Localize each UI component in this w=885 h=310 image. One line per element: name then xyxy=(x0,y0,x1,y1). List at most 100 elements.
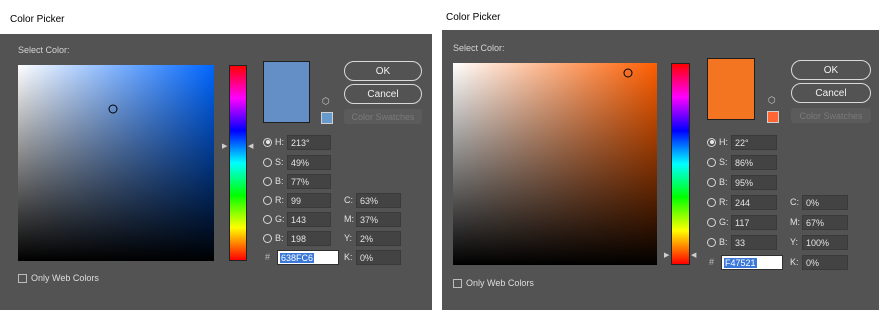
brightness-radio[interactable] xyxy=(263,176,272,186)
brightness-input[interactable]: 77% xyxy=(287,173,331,189)
red-input[interactable]: 99 xyxy=(287,192,331,208)
color-field-cursor[interactable] xyxy=(623,68,633,78)
black-row: K: 0% xyxy=(790,254,848,270)
red-radio[interactable] xyxy=(707,197,716,207)
black-label: K: xyxy=(344,252,353,262)
websafe-cube-icon[interactable]: ⬡ xyxy=(768,97,776,106)
hue-radio[interactable] xyxy=(707,137,716,147)
red-radio[interactable] xyxy=(263,195,272,205)
yellow-label: Y: xyxy=(344,233,353,243)
cyan-input[interactable]: 0% xyxy=(802,194,848,210)
new-color-swatch xyxy=(708,59,754,89)
hue-slider-right-arrow[interactable]: ◀ xyxy=(248,143,253,150)
color-picker-dialog: Select Color: ▶ ◀ ⬡ OK Cancel Color Swat… xyxy=(0,34,432,310)
color-swatches-button: Color Swatches xyxy=(791,108,871,123)
current-color-swatch[interactable] xyxy=(708,89,754,119)
green-input[interactable]: 143 xyxy=(287,211,331,227)
cyan-label: C: xyxy=(344,195,353,205)
hue-slider-right-arrow[interactable]: ◀ xyxy=(691,252,696,259)
saturation-label: S: xyxy=(719,157,728,167)
hue-input[interactable]: 22° xyxy=(731,134,777,150)
yellow-row: Y: 100% xyxy=(790,234,848,250)
cyan-row: C: 0% xyxy=(790,194,848,210)
green-label: G: xyxy=(275,214,285,224)
new-color-swatch xyxy=(264,62,309,92)
hue-slider[interactable] xyxy=(229,65,247,261)
brightness-row: B: 95% xyxy=(707,174,777,190)
websafe-color-swatch[interactable] xyxy=(767,111,779,123)
ok-button[interactable]: OK xyxy=(344,61,422,81)
black-row: K: 0% xyxy=(344,249,401,265)
select-color-label: Select Color: xyxy=(18,45,70,55)
saturation-radio[interactable] xyxy=(707,157,716,167)
saturation-row: S: 86% xyxy=(707,154,777,170)
hex-selected-text: F47521 xyxy=(724,257,757,268)
color-swatches-button: Color Swatches xyxy=(344,109,422,124)
cyan-input[interactable]: 63% xyxy=(356,192,401,208)
yellow-input[interactable]: 100% xyxy=(802,234,848,250)
current-color-swatch[interactable] xyxy=(264,92,309,122)
red-row: R: 99 xyxy=(263,192,331,208)
blue-row: B: 33 xyxy=(707,234,777,250)
magenta-input[interactable]: 67% xyxy=(802,214,848,230)
hue-input[interactable]: 213° xyxy=(287,134,331,150)
yellow-row: Y: 2% xyxy=(344,230,401,246)
hue-label: H: xyxy=(719,137,728,147)
window-title-bar: Color Picker xyxy=(446,12,876,26)
red-input[interactable]: 244 xyxy=(731,194,777,210)
hex-input[interactable]: F47521 xyxy=(721,254,783,270)
brightness-input[interactable]: 95% xyxy=(731,174,777,190)
black-input[interactable]: 0% xyxy=(356,249,401,265)
only-web-colors-label: Only Web Colors xyxy=(31,273,99,283)
hex-hash-label: # xyxy=(709,257,715,267)
blue-radio[interactable] xyxy=(263,233,272,243)
green-input[interactable]: 117 xyxy=(731,214,777,230)
red-label: R: xyxy=(275,195,284,205)
blue-label: B: xyxy=(275,233,284,243)
window-title: Color Picker xyxy=(446,12,501,23)
green-row: G: 117 xyxy=(707,214,777,230)
yellow-label: Y: xyxy=(790,237,799,247)
only-web-colors-option[interactable]: Only Web Colors xyxy=(18,273,99,283)
black-input[interactable]: 0% xyxy=(802,254,848,270)
green-radio[interactable] xyxy=(707,217,716,227)
cancel-button[interactable]: Cancel xyxy=(344,84,422,104)
green-radio[interactable] xyxy=(263,214,272,224)
window-title-bar: Color Picker xyxy=(10,14,430,28)
hue-radio[interactable] xyxy=(263,137,272,147)
cyan-label: C: xyxy=(790,197,799,207)
hue-slider[interactable] xyxy=(671,63,690,265)
color-field-cursor[interactable] xyxy=(108,104,118,114)
hex-row: # 638FC6 xyxy=(263,249,339,265)
hue-slider-left-arrow[interactable]: ▶ xyxy=(664,252,669,259)
brightness-radio[interactable] xyxy=(707,177,716,187)
magenta-input[interactable]: 37% xyxy=(356,211,401,227)
only-web-colors-checkbox[interactable] xyxy=(18,273,27,283)
blue-input[interactable]: 33 xyxy=(731,234,777,250)
hex-row: # F47521 xyxy=(707,254,783,270)
cancel-button[interactable]: Cancel xyxy=(791,83,871,103)
ok-button[interactable]: OK xyxy=(791,60,871,80)
blue-input[interactable]: 198 xyxy=(287,230,331,246)
magenta-label: M: xyxy=(790,217,800,227)
color-field[interactable] xyxy=(453,63,657,265)
saturation-input[interactable]: 86% xyxy=(731,154,777,170)
hex-input[interactable]: 638FC6 xyxy=(277,249,339,265)
only-web-colors-checkbox[interactable] xyxy=(453,278,462,288)
websafe-color-swatch[interactable] xyxy=(321,112,333,124)
magenta-label: M: xyxy=(344,214,354,224)
yellow-input[interactable]: 2% xyxy=(356,230,401,246)
only-web-colors-option[interactable]: Only Web Colors xyxy=(453,278,534,288)
hue-slider-left-arrow[interactable]: ▶ xyxy=(222,143,227,150)
websafe-cube-icon[interactable]: ⬡ xyxy=(322,98,330,107)
magenta-row: M: 37% xyxy=(344,211,401,227)
saturation-input[interactable]: 49% xyxy=(287,154,331,170)
green-row: G: 143 xyxy=(263,211,331,227)
window-title: Color Picker xyxy=(10,14,65,25)
hue-row: H: 213° xyxy=(263,134,331,150)
green-label: G: xyxy=(719,217,729,227)
saturation-radio[interactable] xyxy=(263,157,272,167)
blue-row: B: 198 xyxy=(263,230,331,246)
color-field[interactable] xyxy=(18,65,214,261)
blue-radio[interactable] xyxy=(707,237,716,247)
